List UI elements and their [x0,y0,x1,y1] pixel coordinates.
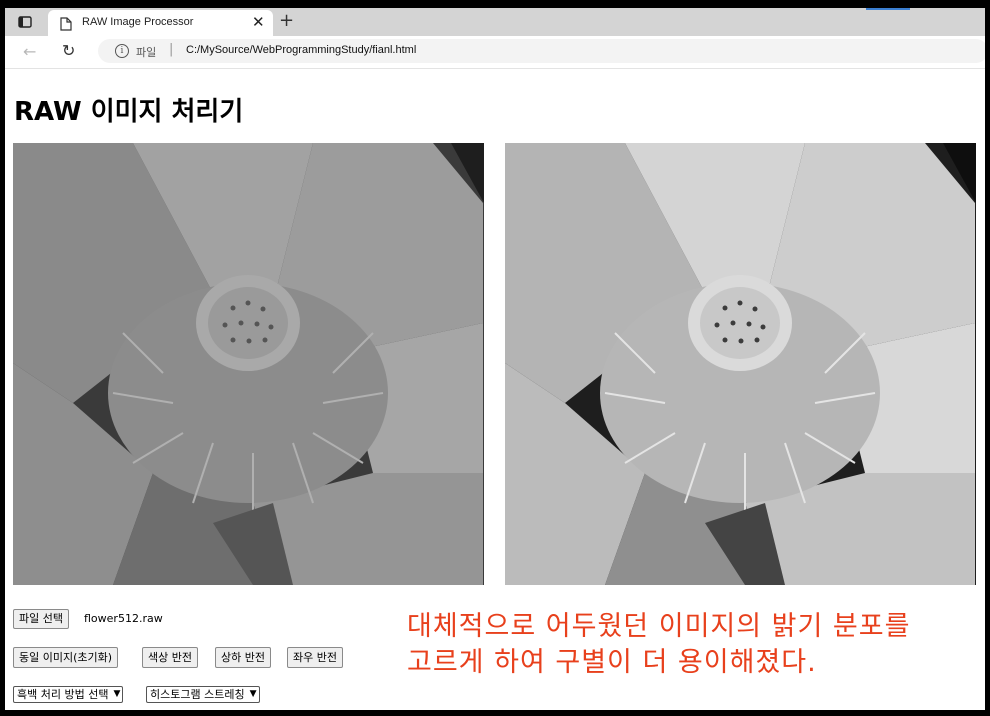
page-title: RAW 이미지 처리기 [14,97,244,127]
address-bar[interactable]: i 파일 | C:/MySource/WebProgrammingStudy/f… [98,39,985,63]
reset-image-button[interactable]: 동일 이미지(초기화) [13,647,119,668]
tab-active[interactable]: RAW Image Processor ✕ [48,10,273,36]
histogram-value: 히스토그램 스트레칭 [150,688,245,701]
flip-horizontal-button[interactable]: 좌우 반전 [287,647,343,668]
reload-icon[interactable]: ↻ [62,41,75,60]
file-name: flower512.raw [84,612,163,625]
result-note: 대체적으로 어두웠던 이미지의 밝기 분포를 고르게 하여 구별이 더 용이해졌… [407,609,977,681]
original-image [13,143,484,585]
tab-bar: RAW Image Processor ✕ + [5,8,985,36]
sidebar-icon[interactable] [17,14,33,30]
address-url[interactable]: C:/MySource/WebProgrammingStudy/fianl.ht… [186,44,416,56]
file-select-button[interactable]: 파일 선택 [13,609,69,629]
grayscale-mode-select[interactable]: 흑백 처리 방법 선택 ▼ [13,686,124,703]
histogram-select[interactable]: 히스토그램 스트레칭 ▼ [146,686,260,703]
info-icon[interactable]: i [115,44,129,58]
processed-image [505,143,976,585]
flip-vertical-button[interactable]: 상하 반전 [215,647,271,668]
chevron-down-icon: ▼ [249,689,257,699]
note-line-1: 대체적으로 어두웠던 이미지의 밝기 분포를 [407,611,911,642]
browser-window: RAW Image Processor ✕ + ← ↻ i 파일 | C:/My… [5,8,985,710]
grayscale-mode-value: 흑백 처리 방법 선택 [17,688,109,701]
address-separator: | [169,42,174,57]
address-scheme: 파일 [136,46,157,59]
invert-color-button[interactable]: 색상 반전 [142,647,198,668]
page-icon [60,16,72,35]
tab-title: RAW Image Processor [82,16,194,28]
toolbar: ← ↻ i 파일 | C:/MySource/WebProgrammingStu… [5,36,985,69]
page-content: RAW 이미지 처리기 파일 선택 flower512.raw 동일 이미지(초… [5,69,985,710]
note-line-2: 고르게 하여 구별이 더 용이해졌다. [407,647,817,678]
chevron-down-icon: ▼ [113,689,121,699]
back-icon[interactable]: ← [23,42,36,61]
close-icon[interactable]: ✕ [252,14,265,30]
accent-line [866,8,910,10]
new-tab-icon[interactable]: + [279,11,294,31]
